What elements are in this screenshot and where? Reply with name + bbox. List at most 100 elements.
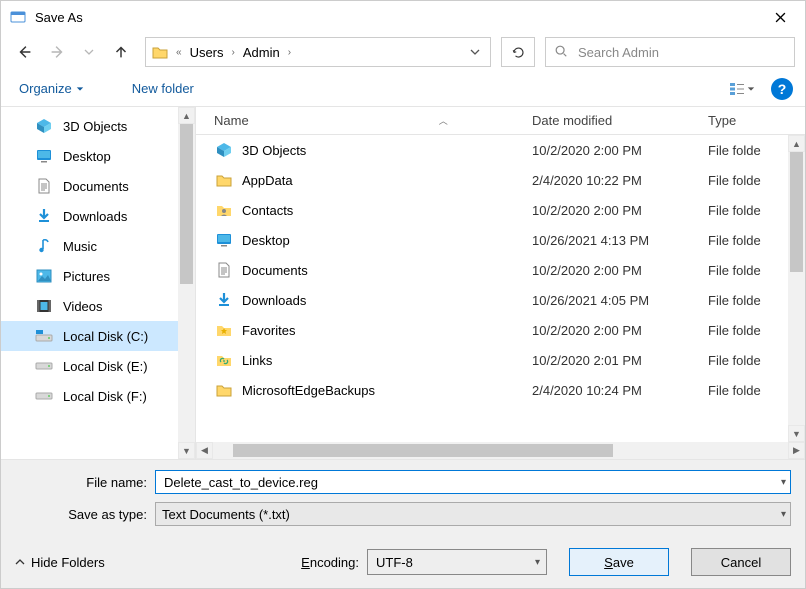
search-icon	[554, 44, 568, 61]
scroll-thumb[interactable]	[233, 444, 613, 457]
video-icon	[35, 297, 53, 315]
sidebar-item[interactable]: Local Disk (C:)	[1, 321, 195, 351]
up-button[interactable]	[107, 38, 135, 66]
back-button[interactable]	[11, 38, 39, 66]
bottom-panel: File name: ▾ Save as type: Text Document…	[1, 459, 805, 588]
sidebar-item[interactable]: 3D Objects	[1, 111, 195, 141]
crumb-users[interactable]: Users	[188, 45, 226, 60]
file-row[interactable]: Desktop10/26/2021 4:13 PMFile folde	[196, 225, 788, 255]
navbar: « Users › Admin ›	[1, 33, 805, 71]
file-row[interactable]: MicrosoftEdgeBackups2/4/2020 10:24 PMFil…	[196, 375, 788, 405]
filename-input[interactable]	[162, 474, 784, 491]
file-type: File folde	[708, 293, 761, 308]
sidebar-item-label: Downloads	[63, 209, 127, 224]
scroll-down-icon[interactable]: ▼	[178, 442, 195, 459]
sidebar-item[interactable]: Documents	[1, 171, 195, 201]
cube-icon	[214, 140, 234, 160]
file-type: File folde	[708, 263, 761, 278]
scroll-left-icon[interactable]: ◀	[196, 442, 213, 459]
folder-icon	[150, 45, 170, 59]
drive-icon	[35, 357, 53, 375]
filename-label: File name:	[15, 475, 155, 490]
file-type: File folde	[708, 383, 761, 398]
file-date: 10/26/2021 4:13 PM	[532, 233, 708, 248]
col-date[interactable]: Date modified	[532, 113, 708, 128]
sidebar-item[interactable]: Music	[1, 231, 195, 261]
file-name: AppData	[242, 173, 532, 188]
sidebar-scrollbar[interactable]: ▲ ▼	[178, 107, 195, 459]
search-input[interactable]	[576, 44, 786, 61]
music-icon	[35, 237, 53, 255]
links-icon	[214, 350, 234, 370]
organize-menu[interactable]: Organize	[13, 77, 90, 100]
list-vertical-scrollbar[interactable]: ▲ ▼	[788, 135, 805, 442]
file-date: 10/2/2020 2:00 PM	[532, 263, 708, 278]
forward-button[interactable]	[43, 38, 71, 66]
sidebar-item-label: Local Disk (C:)	[63, 329, 148, 344]
saveastype-combo[interactable]: Text Documents (*.txt) ▾	[155, 502, 791, 526]
sidebar-item-label: Videos	[63, 299, 103, 314]
cancel-button[interactable]: Cancel	[691, 548, 791, 576]
file-name: Favorites	[242, 323, 532, 338]
filename-combo[interactable]: ▾	[155, 470, 791, 494]
file-row[interactable]: Favorites10/2/2020 2:00 PMFile folde	[196, 315, 788, 345]
sidebar-item[interactable]: Desktop	[1, 141, 195, 171]
sidebar-item[interactable]: Videos	[1, 291, 195, 321]
recent-dropdown[interactable]	[75, 38, 103, 66]
sidebar-item[interactable]: Local Disk (F:)	[1, 381, 195, 411]
chevron-down-icon[interactable]: ▾	[781, 509, 786, 520]
hide-folders-button[interactable]: Hide Folders	[15, 555, 105, 570]
scroll-thumb[interactable]	[180, 124, 193, 284]
breadcrumb-dropdown[interactable]	[464, 45, 486, 60]
drive-win-icon	[35, 327, 53, 345]
titlebar: Save As	[1, 1, 805, 33]
sidebar-item-label: Desktop	[63, 149, 111, 164]
scroll-right-icon[interactable]: ▶	[788, 442, 805, 459]
save-button[interactable]: Save	[569, 548, 669, 576]
crumb-admin[interactable]: Admin	[241, 45, 282, 60]
file-name: MicrosoftEdgeBackups	[242, 383, 532, 398]
file-row[interactable]: Contacts10/2/2020 2:00 PMFile folde	[196, 195, 788, 225]
file-row[interactable]: Documents10/2/2020 2:00 PMFile folde	[196, 255, 788, 285]
sidebar-item-label: Local Disk (E:)	[63, 359, 148, 374]
scroll-down-icon[interactable]: ▼	[788, 425, 805, 442]
list-horizontal-scrollbar[interactable]: ◀ ▶	[196, 442, 805, 459]
new-folder-button[interactable]: New folder	[126, 77, 200, 100]
encoding-combo[interactable]: UTF-8 ▾	[367, 549, 547, 575]
encoding-label: Encoding:	[301, 555, 359, 570]
close-button[interactable]	[757, 2, 803, 32]
scroll-up-icon[interactable]: ▲	[788, 135, 805, 152]
breadcrumb[interactable]: « Users › Admin ›	[145, 37, 491, 67]
file-type: File folde	[708, 233, 761, 248]
sidebar-item[interactable]: Pictures	[1, 261, 195, 291]
chevron-down-icon[interactable]: ▾	[535, 557, 540, 568]
download-icon	[35, 207, 53, 225]
file-row[interactable]: Links10/2/2020 2:01 PMFile folde	[196, 345, 788, 375]
refresh-button[interactable]	[501, 37, 535, 67]
col-name[interactable]: Name︿	[214, 113, 532, 128]
file-row[interactable]: 3D Objects10/2/2020 2:00 PMFile folde	[196, 135, 788, 165]
document-icon	[35, 177, 53, 195]
scroll-up-icon[interactable]: ▲	[178, 107, 195, 124]
sidebar-item[interactable]: Downloads	[1, 201, 195, 231]
column-headers: Name︿ Date modified Type	[196, 107, 805, 135]
file-name: Desktop	[242, 233, 532, 248]
file-row[interactable]: AppData2/4/2020 10:22 PMFile folde	[196, 165, 788, 195]
file-name: Links	[242, 353, 532, 368]
view-options-button[interactable]	[723, 76, 761, 102]
file-date: 10/2/2020 2:00 PM	[532, 323, 708, 338]
sidebar-item[interactable]: Local Disk (E:)	[1, 351, 195, 381]
contacts-icon	[214, 200, 234, 220]
col-type[interactable]: Type	[708, 113, 805, 128]
sidebar: 3D Objects Desktop Documents Downloads Music…	[1, 107, 196, 459]
scroll-thumb[interactable]	[790, 152, 803, 272]
file-date: 10/2/2020 2:00 PM	[532, 203, 708, 218]
file-date: 2/4/2020 10:22 PM	[532, 173, 708, 188]
chevron-down-icon[interactable]: ▾	[781, 477, 786, 488]
file-row[interactable]: Downloads10/26/2021 4:05 PMFile folde	[196, 285, 788, 315]
help-button[interactable]: ?	[771, 78, 793, 100]
file-type: File folde	[708, 353, 761, 368]
search-box[interactable]	[545, 37, 795, 67]
picture-icon	[35, 267, 53, 285]
file-type: File folde	[708, 173, 761, 188]
